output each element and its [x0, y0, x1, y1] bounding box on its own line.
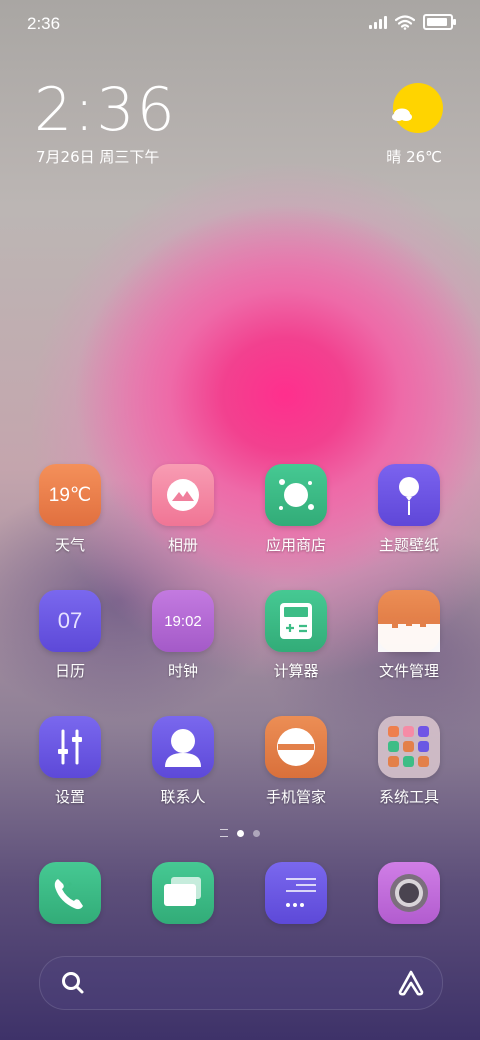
dock-camera[interactable]: [359, 862, 459, 924]
page-indicator[interactable]: [0, 829, 480, 837]
signal-icon: [369, 15, 387, 29]
weather-app-icon: 19℃: [39, 464, 101, 526]
folder-system-tools[interactable]: 系统工具: [359, 716, 459, 807]
app-label: 主题壁纸: [378, 536, 439, 554]
app-label: 时钟: [167, 662, 198, 680]
status-icons: [369, 14, 456, 30]
search-bar[interactable]: [39, 956, 443, 1010]
app-label: 应用商店: [265, 536, 326, 554]
status-bar: 2:36: [0, 0, 480, 50]
calendar-icon: 07: [39, 590, 101, 652]
app-gallery[interactable]: 相册: [133, 464, 233, 555]
app-calendar[interactable]: 07 日历: [20, 590, 120, 681]
status-time: 2:36: [27, 14, 61, 33]
app-label: 相册: [167, 536, 198, 554]
app-label: 日历: [54, 662, 85, 680]
weather-text[interactable]: 晴 26℃: [386, 146, 442, 167]
folder-icon: [378, 590, 440, 652]
app-label: 计算器: [273, 662, 319, 680]
page-dot-active[interactable]: [237, 829, 244, 837]
battery-icon: [423, 14, 456, 30]
phone-icon: [39, 862, 101, 924]
app-label: 联系人: [160, 788, 206, 806]
app-themes[interactable]: 主题壁纸: [359, 464, 459, 555]
shield-icon: [265, 716, 327, 778]
app-store[interactable]: 应用商店: [246, 464, 346, 555]
app-weather[interactable]: 19℃ 天气: [20, 464, 120, 555]
folder-grid-icon: [378, 716, 440, 778]
page-indicator-minus-one[interactable]: [220, 829, 228, 837]
wifi-icon: [395, 14, 415, 30]
app-label: 手机管家: [265, 788, 326, 806]
clock-widget-time[interactable]: 2:36: [34, 75, 177, 145]
app-clock[interactable]: 19:02 时钟: [133, 590, 233, 681]
balloon-icon: [378, 464, 440, 526]
app-calculator[interactable]: 计算器: [246, 590, 346, 681]
calculator-icon: [265, 590, 327, 652]
notes-icon: [265, 862, 327, 924]
app-label: 文件管理: [378, 662, 439, 680]
app-file-manager[interactable]: 文件管理: [359, 590, 459, 681]
app-phone-manager[interactable]: 手机管家: [246, 716, 346, 807]
mountain-icon: [152, 464, 214, 526]
sliders-icon: [39, 716, 101, 778]
dock-phone[interactable]: [20, 862, 120, 924]
page-dot[interactable]: [253, 829, 260, 837]
dock-notes[interactable]: [246, 862, 346, 924]
message-icon: [152, 862, 214, 924]
search-icon[interactable]: [60, 970, 86, 996]
app-label: 设置: [54, 788, 85, 806]
app-settings[interactable]: 设置: [20, 716, 120, 807]
person-icon: [152, 716, 214, 778]
dock-messages[interactable]: [133, 862, 233, 924]
camera-icon: [378, 862, 440, 924]
sun-cloud-icon[interactable]: [391, 83, 443, 135]
clock-widget-date[interactable]: 7月26日 周三下午: [36, 146, 159, 167]
app-contacts[interactable]: 联系人: [133, 716, 233, 807]
planet-icon: [265, 464, 327, 526]
app-label: 系统工具: [378, 788, 439, 806]
assistant-icon[interactable]: [396, 968, 426, 998]
clock-icon: 19:02: [152, 590, 214, 652]
app-label: 天气: [54, 536, 85, 554]
